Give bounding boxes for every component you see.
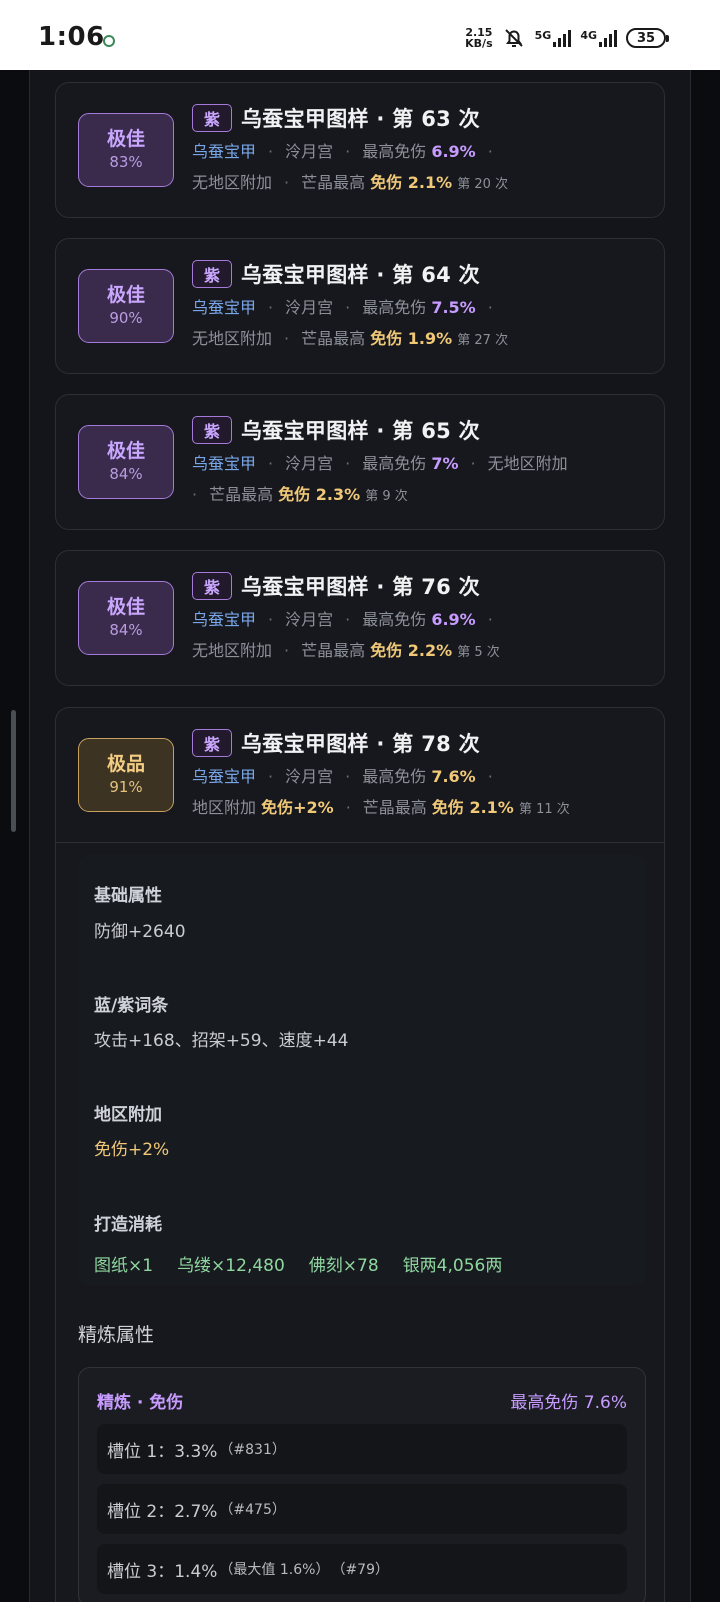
record-title: 乌蚕宝甲图样 · 第 76 次 xyxy=(241,575,480,599)
rarity-tag: 紫 xyxy=(192,104,232,132)
cost-item: 乌缕×12,480 xyxy=(177,1256,285,1276)
quality-badge: 极品 91% xyxy=(78,738,174,812)
record-title: 乌蚕宝甲图样 · 第 63 次 xyxy=(241,107,480,131)
record-title: 乌蚕宝甲图样 · 第 65 次 xyxy=(241,419,480,443)
refine-heading: 精炼属性 xyxy=(78,1324,155,1346)
status-time: 1:06 xyxy=(38,22,105,52)
record-card[interactable]: 极佳 90% 紫 乌蚕宝甲图样 · 第 64 次 乌蚕宝甲 · 泠月宫 · 最高免伤 7… xyxy=(55,238,665,374)
record-title: 乌蚕宝甲图样 · 第 78 次 xyxy=(241,732,480,756)
quality-badge: 极佳 90% xyxy=(78,269,174,343)
network-speed: 2.15 KB/s xyxy=(465,26,493,50)
page-scrollbar[interactable] xyxy=(11,710,16,832)
signal-4g-icon: 4G xyxy=(580,29,617,47)
rarity-tag: 紫 xyxy=(192,416,232,444)
quality-badge: 极佳 83% xyxy=(78,113,174,187)
quality-badge: 极佳 84% xyxy=(78,581,174,655)
quality-badge: 极佳 84% xyxy=(78,425,174,499)
refine-slot: 槽位 3：1.4% （最大值 1.6%） （#79） xyxy=(97,1544,627,1594)
record-info: 紫 乌蚕宝甲图样 · 第 64 次 乌蚕宝甲 · 泠月宫 · 最高免伤 7.5% · 无地… xyxy=(192,259,650,356)
record-title: 乌蚕宝甲图样 · 第 64 次 xyxy=(241,263,480,287)
base-attr-value: 防御+2640 xyxy=(94,922,186,942)
status-icons: 2.15 KB/s 5G 4G 35 xyxy=(465,26,669,50)
record-card[interactable]: 极佳 84% 紫 乌蚕宝甲图样 · 第 76 次 乌蚕宝甲 · 泠月宫 · 最高免伤 6… xyxy=(55,550,665,686)
record-meta: 乌蚕宝甲 · 泠月宫 · 最高免伤 7% · 无地区附加 · 芒晶最高 免伤 2.3% 第 9… xyxy=(192,454,568,504)
refine-box: 精炼 · 免伤 最高免伤 7.6% 槽位 1：3.3% （#831） 槽位 2：2… xyxy=(78,1367,646,1602)
record-detail: 基础属性 防御+2640 蓝/紫词条 攻击+168、招架+59、速度+44 地区… xyxy=(56,842,664,1602)
signal-5g-icon: 5G xyxy=(535,29,572,47)
affix-title: 蓝/紫词条 xyxy=(94,996,169,1016)
refine-box-title: 精炼 · 免伤 xyxy=(97,1393,184,1413)
app-notification-icon xyxy=(103,35,115,47)
rarity-tag: 紫 xyxy=(192,260,232,288)
record-meta: 乌蚕宝甲 · 泠月宫 · 最高免伤 7.6% · 地区附加 免伤+2% · 芒晶最高 免伤 2… xyxy=(192,767,570,817)
cost-list: 图纸×1 乌缕×12,480 佛刻×78 银两4,056两 xyxy=(94,1251,502,1276)
refine-slot: 槽位 2：2.7% （#475） xyxy=(97,1484,627,1534)
record-meta: 乌蚕宝甲 · 泠月宫 · 最高免伤 6.9% · 无地区附加 · 芒晶最高 免伤 2.1% 第… xyxy=(192,142,509,192)
region-attr-title: 地区附加 xyxy=(94,1105,162,1125)
record-info: 紫 乌蚕宝甲图样 · 第 76 次 乌蚕宝甲 · 泠月宫 · 最高免伤 6.9% · 无地… xyxy=(192,571,650,668)
record-meta: 乌蚕宝甲 · 泠月宫 · 最高免伤 7.5% · 无地区附加 · 芒晶最高 免伤 1.9% 第… xyxy=(192,298,509,348)
battery-icon: 35 xyxy=(626,28,669,48)
record-meta: 乌蚕宝甲 · 泠月宫 · 最高免伤 6.9% · 无地区附加 · 芒晶最高 免伤 2.2% 第… xyxy=(192,610,500,660)
rarity-tag: 紫 xyxy=(192,729,232,757)
cost-item: 佛刻×78 xyxy=(308,1256,379,1276)
record-info: 紫 乌蚕宝甲图样 · 第 65 次 乌蚕宝甲 · 泠月宫 · 最高免伤 7% · 无地区附加… xyxy=(192,415,650,512)
record-card[interactable]: 极佳 83% 紫 乌蚕宝甲图样 · 第 63 次 乌蚕宝甲 · 泠月宫 · 最高免伤 6… xyxy=(55,82,665,218)
record-card-expanded[interactable]: 极品 91% 紫 乌蚕宝甲图样 · 第 78 次 乌蚕宝甲 · 泠月宫 · 最高免伤 7… xyxy=(55,707,665,1602)
refine-slot: 槽位 1：3.3% （#831） xyxy=(97,1424,627,1474)
base-attr-title: 基础属性 xyxy=(94,886,162,906)
mute-bell-icon xyxy=(504,29,523,47)
record-card[interactable]: 极佳 84% 紫 乌蚕宝甲图样 · 第 65 次 乌蚕宝甲 · 泠月宫 · 最高免伤 7… xyxy=(55,394,665,530)
refine-max-value: 最高免伤 7.6% xyxy=(510,1393,627,1413)
record-info: 紫 乌蚕宝甲图样 · 第 63 次 乌蚕宝甲 · 泠月宫 · 最高免伤 6.9% · 无地… xyxy=(192,103,650,200)
region-attr-value: 免伤+2% xyxy=(94,1140,170,1160)
rarity-tag: 紫 xyxy=(192,572,232,600)
cost-title: 打造消耗 xyxy=(94,1215,162,1235)
status-bar: 1:06 2.15 KB/s 5G 4G 35 xyxy=(0,0,720,70)
record-info: 紫 乌蚕宝甲图样 · 第 78 次 乌蚕宝甲 · 泠月宫 · 最高免伤 7.6% · 地区… xyxy=(192,728,650,825)
cost-item: 银两4,056两 xyxy=(402,1256,503,1276)
cost-item: 图纸×1 xyxy=(94,1256,154,1276)
affix-value: 攻击+168、招架+59、速度+44 xyxy=(94,1031,349,1051)
